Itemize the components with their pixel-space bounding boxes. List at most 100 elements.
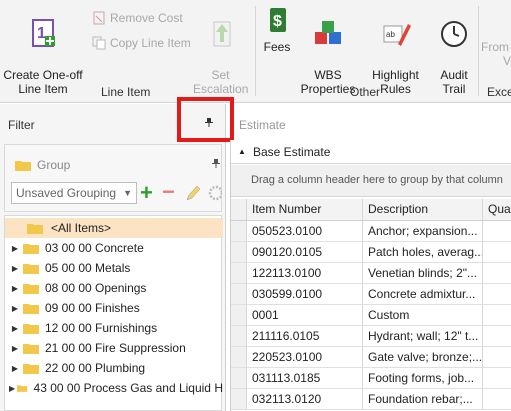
table-row[interactable]: 0001 Custom <box>231 305 511 326</box>
audit-trail-button[interactable]: Audit Trail <box>434 4 474 96</box>
copy-line-item-label: Copy Line Item <box>110 36 191 50</box>
cell-quantity[interactable] <box>483 242 511 262</box>
cell-item-number[interactable]: 090120.0105 <box>247 242 363 262</box>
column-header-description[interactable]: Description <box>363 199 483 220</box>
table-row[interactable]: 211116.0105 Hydrant; wall; 12" t... <box>231 326 511 347</box>
new-line-item-icon: 1 <box>32 19 55 47</box>
table-row[interactable]: 031113.0185 Footing forms, job... <box>231 368 511 389</box>
grouping-select[interactable]: Unsaved Grouping ▼ <box>11 182 137 204</box>
cell-item-number[interactable]: 030599.0100 <box>247 284 363 304</box>
wbs-properties-button[interactable]: WBS Properties <box>299 4 357 96</box>
cell-description[interactable]: Anchor; expansion... <box>363 221 483 241</box>
remove-grouping-icon[interactable]: − <box>162 181 175 203</box>
set-escalation-label: Set Escalation <box>193 68 249 96</box>
cell-description[interactable]: Patch holes, averag... <box>363 242 483 262</box>
collapse-caret-icon[interactable]: ▲ <box>231 147 253 156</box>
cell-item-number[interactable]: 122113.0100 <box>247 263 363 283</box>
cell-description[interactable]: Venetian blinds; 2"... <box>363 263 483 283</box>
cell-item-number[interactable]: 031113.0185 <box>247 368 363 388</box>
tree-item[interactable]: ▶ 09 00 00 Finishes <box>5 298 223 318</box>
cell-quantity[interactable] <box>483 389 511 409</box>
tree-item[interactable]: ▶ 43 00 00 Process Gas and Liquid H <box>5 378 223 398</box>
column-header-item-number[interactable]: Item Number <box>247 199 363 220</box>
table-row[interactable]: 050523.0100 Anchor; expansion... <box>231 221 511 242</box>
tree-item[interactable]: ▶ 08 00 00 Openings <box>5 278 223 298</box>
cell-item-number[interactable]: 032113.0120 <box>247 389 363 409</box>
expand-arrow-icon[interactable]: ▶ <box>7 344 23 353</box>
cell-item-number[interactable]: 211116.0105 <box>247 326 363 346</box>
ribbon-separator <box>255 6 256 96</box>
remove-cost-button[interactable]: Remove Cost <box>92 11 183 25</box>
svg-text:$: $ <box>273 13 282 30</box>
cell-item-number[interactable]: 220523.0100 <box>247 347 363 367</box>
cell-description[interactable]: Foundation rebar;... <box>363 389 483 409</box>
cell-quantity[interactable] <box>483 347 511 367</box>
remove-cost-label: Remove Cost <box>110 11 183 25</box>
table-row[interactable]: 220523.0100 Gate valve; bronze;... <box>231 347 511 368</box>
tree-item-label: 12 00 00 Furnishings <box>45 321 158 335</box>
tree-item[interactable]: ▶ 12 00 00 Furnishings <box>5 318 223 338</box>
cell-quantity[interactable] <box>483 305 511 325</box>
add-grouping-icon[interactable]: + <box>140 182 153 204</box>
grouping-select-value: Unsaved Grouping <box>16 186 117 200</box>
set-escalation-button[interactable]: Set Escalation <box>193 4 248 96</box>
grouping-settings-gear-icon[interactable] <box>208 185 224 204</box>
tree-item[interactable]: ▶ 22 00 00 Plumbing <box>5 358 223 378</box>
expand-arrow-icon[interactable]: ▶ <box>7 304 23 313</box>
fees-button[interactable]: $ Fees <box>262 4 292 54</box>
cell-quantity[interactable] <box>483 263 511 283</box>
wbs-properties-label: WBS Properties <box>300 68 356 96</box>
filter-tree: <All Items> ▶ 03 00 00 Concrete ▶ 05 00 … <box>4 215 223 411</box>
expand-arrow-icon[interactable]: ▶ <box>7 364 23 373</box>
table-row[interactable]: 030599.0100 Concrete admixtur... <box>231 284 511 305</box>
tree-item[interactable]: ▶ 03 00 00 Concrete <box>5 238 223 258</box>
tree-item-label: 05 00 00 Metals <box>45 261 131 275</box>
line-item-group-label: Line Item <box>101 85 151 99</box>
folder-icon <box>23 284 39 294</box>
table-row[interactable]: 122113.0100 Venetian blinds; 2"... <box>231 263 511 284</box>
expand-arrow-icon[interactable]: ▶ <box>7 384 17 393</box>
wbs-properties-icon <box>315 21 341 44</box>
cell-quantity[interactable] <box>483 284 511 304</box>
folder-icon <box>15 161 31 171</box>
cell-description[interactable]: Footing forms, job... <box>363 368 483 388</box>
copy-line-item-button[interactable]: Copy Line Item <box>92 36 191 50</box>
tree-item[interactable]: ▶ 05 00 00 Metals <box>5 258 223 278</box>
group-section: Group Unsaved Grouping ▼ + − <box>4 144 224 212</box>
folder-icon <box>23 304 39 314</box>
cell-item-number[interactable]: 0001 <box>247 305 363 325</box>
folder-icon <box>17 385 28 392</box>
cell-description[interactable]: Custom <box>363 305 483 325</box>
from-partial-button[interactable]: From V <box>481 40 511 68</box>
cell-description[interactable]: Concrete admixtur... <box>363 284 483 304</box>
cell-description[interactable]: Gate valve; bronze;... <box>363 347 483 367</box>
expand-arrow-icon[interactable]: ▶ <box>7 244 23 253</box>
from-partial-label: From <box>481 40 509 54</box>
cell-quantity[interactable] <box>483 326 511 346</box>
audit-trail-label: Audit Trail <box>440 68 468 96</box>
column-header-quantity[interactable]: Qua <box>483 199 511 220</box>
tree-item[interactable]: ▶ 21 00 00 Fire Suppression <box>5 338 223 358</box>
chevron-down-icon: ▼ <box>123 188 132 198</box>
audit-trail-clock-icon <box>441 21 467 47</box>
expand-arrow-icon[interactable]: ▶ <box>7 284 23 293</box>
table-row[interactable]: 032113.0120 Foundation rebar;... <box>231 389 511 410</box>
cell-description[interactable]: Hydrant; wall; 12" t... <box>363 326 483 346</box>
expand-arrow-icon[interactable]: ▶ <box>7 324 23 333</box>
expand-arrow-icon[interactable]: ▶ <box>7 264 23 273</box>
group-pin-icon[interactable] <box>211 158 221 171</box>
group-by-drop-area[interactable]: Drag a column header here to group by th… <box>231 165 511 197</box>
cell-quantity[interactable] <box>483 221 511 241</box>
ribbon-toolbar: 1 Create One-off Line Item Remove Cost C… <box>0 0 511 103</box>
base-estimate-header[interactable]: ▲ Base Estimate <box>231 140 511 164</box>
create-one-off-line-item-label: Create One-off Line Item <box>3 68 83 96</box>
create-one-off-line-item-button[interactable]: 1 Create One-off Line Item <box>3 4 83 96</box>
highlight-rules-button[interactable]: ab Highlight Rules <box>367 4 424 96</box>
cell-quantity[interactable] <box>483 368 511 388</box>
cell-item-number[interactable]: 050523.0100 <box>247 221 363 241</box>
edit-grouping-pencil-icon[interactable] <box>185 184 201 205</box>
filter-title: Filter <box>8 118 35 132</box>
table-row[interactable]: 090120.0105 Patch holes, averag... <box>231 242 511 263</box>
fees-icon: $ <box>270 8 286 32</box>
tree-item-all-items[interactable]: <All Items> <box>5 218 223 238</box>
